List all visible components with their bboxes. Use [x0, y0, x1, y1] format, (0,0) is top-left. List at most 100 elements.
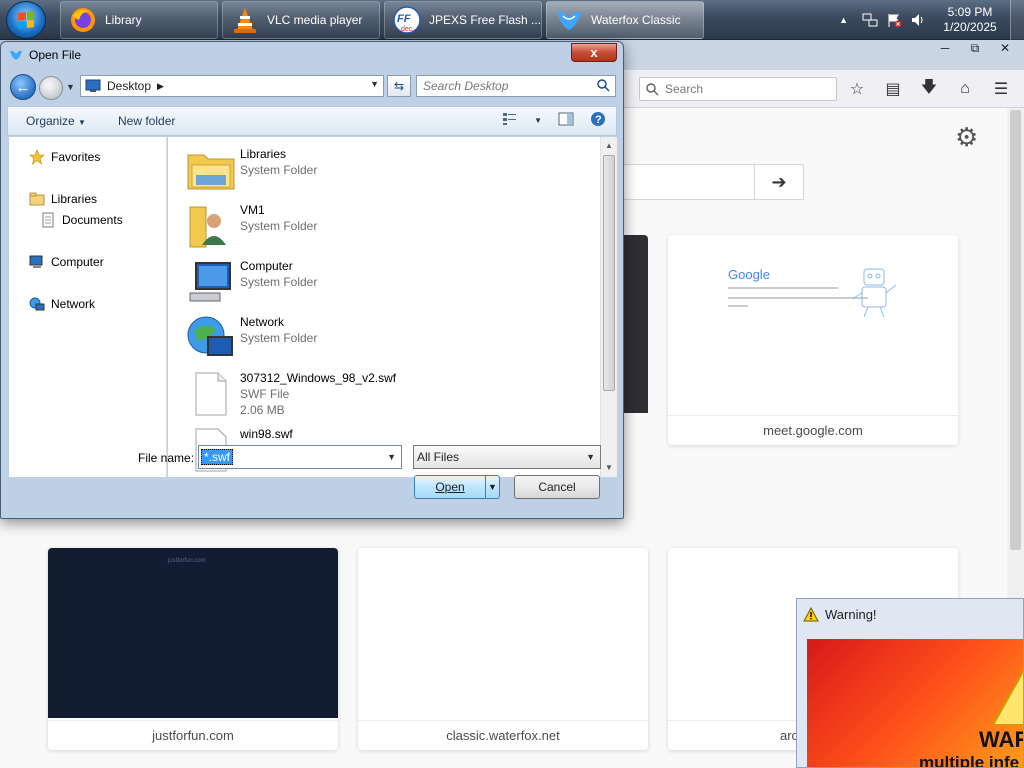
chevron-down-icon[interactable]: ▼: [370, 79, 379, 89]
clock-date: 1/20/2025: [943, 20, 997, 34]
organize-menu[interactable]: Organize ▼: [26, 114, 86, 128]
nav-item-libraries[interactable]: Libraries: [29, 191, 97, 207]
page-scrollbar-thumb[interactable]: [1010, 110, 1021, 550]
file-type-value: All Files: [417, 450, 460, 464]
action-center-flag-icon[interactable]: [886, 12, 902, 28]
cancel-button[interactable]: Cancel: [514, 475, 600, 499]
clock[interactable]: 5:09 PM 1/20/2025: [930, 5, 1010, 35]
forward-arrow-icon[interactable]: [39, 76, 63, 100]
taskbar-button-jpexs[interactable]: FF dec JPEXS Free Flash ...: [384, 1, 542, 39]
scroll-down-icon[interactable]: ▼: [605, 463, 613, 472]
file-item-vm1[interactable]: VM1 System Folder: [186, 199, 596, 253]
file-item-libraries[interactable]: Libraries System Folder: [186, 143, 596, 197]
dialog-close-button[interactable]: x: [571, 43, 617, 62]
system-tray: ▲ 5:09 PM 1/20/2025: [839, 0, 1024, 40]
preview-pane-icon[interactable]: [558, 112, 574, 129]
nav-item-documents[interactable]: Documents: [40, 212, 123, 228]
open-button[interactable]: Open ▼: [414, 475, 500, 499]
change-view-icon[interactable]: [502, 112, 518, 129]
search-icon: [597, 79, 610, 92]
tray-overflow-icon[interactable]: ▲: [839, 15, 848, 25]
network-tray-icon[interactable]: [862, 12, 878, 28]
star-icon: [29, 149, 45, 165]
vlc-cone-icon: [231, 6, 259, 34]
dialog-navigation-row: ← ▼ Desktop ▶ ▼ ⇆ Search Desktop: [7, 74, 617, 100]
chevron-down-icon[interactable]: ▼: [534, 116, 542, 125]
file-list-scrollbar-thumb[interactable]: [603, 155, 615, 391]
warning-triangle-icon: [803, 606, 819, 621]
close-icon[interactable]: ✕: [992, 40, 1018, 56]
thumb-text-line: [728, 287, 838, 289]
warning-heading: WAR: [979, 727, 1023, 752]
close-icon: x: [590, 45, 598, 60]
address-bar[interactable]: Desktop ▶ ▼: [80, 75, 384, 97]
nav-item-label: Computer: [51, 255, 104, 269]
browser-search-box[interactable]: Search: [639, 77, 837, 101]
bookmark-star-icon[interactable]: ☆: [846, 78, 868, 100]
warning-title: Warning!: [825, 606, 877, 622]
chevron-down-icon: ▼: [586, 452, 595, 462]
warning-subheading: multiple infe: [919, 753, 1020, 767]
volume-icon[interactable]: [910, 12, 926, 28]
taskbar-button-library[interactable]: Library: [60, 1, 218, 39]
scroll-up-icon[interactable]: ▲: [605, 141, 613, 150]
svg-text:dec: dec: [401, 26, 413, 33]
network-globe-icon: [187, 316, 233, 356]
recent-locations-dropdown-icon[interactable]: ▼: [66, 82, 75, 92]
warning-titlebar: Warning!: [797, 599, 1023, 629]
reading-list-icon[interactable]: ▤: [882, 78, 904, 100]
newtab-search-field[interactable]: [610, 164, 754, 200]
browser-window-controls: ─ ⧉ ✕: [932, 40, 1018, 56]
file-name-value: *.swf: [201, 449, 234, 465]
nav-item-label: Favorites: [51, 150, 101, 164]
top-site-tile-waterfox[interactable]: classic.waterfox.net: [358, 548, 648, 750]
breadcrumb-chevron-icon[interactable]: ▶: [157, 81, 164, 92]
robot-illustration-icon: [851, 268, 897, 318]
gear-icon[interactable]: ⚙: [955, 124, 981, 150]
arrow-right-icon[interactable]: ➔: [754, 164, 804, 200]
dialog-search-box[interactable]: Search Desktop: [416, 75, 616, 97]
tile-thumbnail: justforfun.com: [48, 548, 338, 718]
file-item-network[interactable]: Network System Folder: [186, 311, 596, 365]
restore-icon[interactable]: ⧉: [962, 40, 988, 56]
navigation-pane: Favorites Libraries Documents Computer N…: [9, 137, 167, 477]
nav-item-network[interactable]: Network: [29, 296, 95, 312]
search-icon: [646, 82, 659, 96]
refresh-icon[interactable]: ⇆: [387, 75, 411, 97]
document-icon: [42, 212, 54, 228]
nav-item-computer[interactable]: Computer: [29, 254, 104, 270]
help-icon[interactable]: ?: [590, 111, 606, 130]
libraries-folder-icon: [187, 154, 235, 190]
new-folder-button[interactable]: New folder: [118, 114, 175, 128]
back-arrow-icon[interactable]: ←: [10, 74, 36, 100]
top-site-tile-justforfun[interactable]: justforfun.com justforfun.com: [48, 548, 338, 750]
downloads-icon[interactable]: 🡇: [918, 78, 940, 100]
file-name-input[interactable]: *.swf ▼: [198, 445, 402, 469]
thumb-site-name: justforfun.com: [168, 558, 206, 564]
nav-item-favorites[interactable]: Favorites: [29, 149, 100, 165]
waterfox-icon: [555, 6, 583, 34]
file-list-scrollbar[interactable]: ▲ ▼: [600, 137, 617, 477]
file-item-computer[interactable]: Computer System Folder: [186, 255, 596, 309]
warning-body: WAR multiple infe: [807, 639, 1023, 767]
top-site-tile-meet-google[interactable]: Google meet.google.com: [668, 235, 958, 445]
file-type-select[interactable]: All Files ▼: [413, 445, 601, 469]
file-name: VM1: [240, 203, 265, 217]
file-type: System Folder: [240, 275, 318, 289]
file-type: SWF File: [240, 387, 290, 401]
taskbar-button-waterfox[interactable]: Waterfox Classic: [546, 1, 704, 39]
taskbar-button-label: VLC media player: [267, 13, 363, 27]
hamburger-menu-icon[interactable]: ☰: [990, 78, 1012, 100]
file-item-swf[interactable]: 307312_Windows_98_v2.swf SWF File 2.06 M…: [186, 367, 596, 421]
home-icon[interactable]: ⌂: [954, 78, 976, 100]
taskbar-button-vlc[interactable]: VLC media player: [222, 1, 380, 39]
show-desktop-button[interactable]: [1010, 0, 1024, 40]
chevron-down-icon[interactable]: ▼: [485, 476, 499, 498]
tile-label: classic.waterfox.net: [358, 720, 648, 750]
chevron-down-icon[interactable]: ▼: [387, 452, 396, 462]
start-button[interactable]: [6, 1, 46, 39]
tile-thumbnail: [624, 235, 648, 413]
browser-toolbar-icons: ☆ ▤ 🡇 ⌂ ☰: [846, 78, 1012, 100]
minimize-icon[interactable]: ─: [932, 40, 958, 56]
file-type: System Folder: [240, 163, 318, 177]
